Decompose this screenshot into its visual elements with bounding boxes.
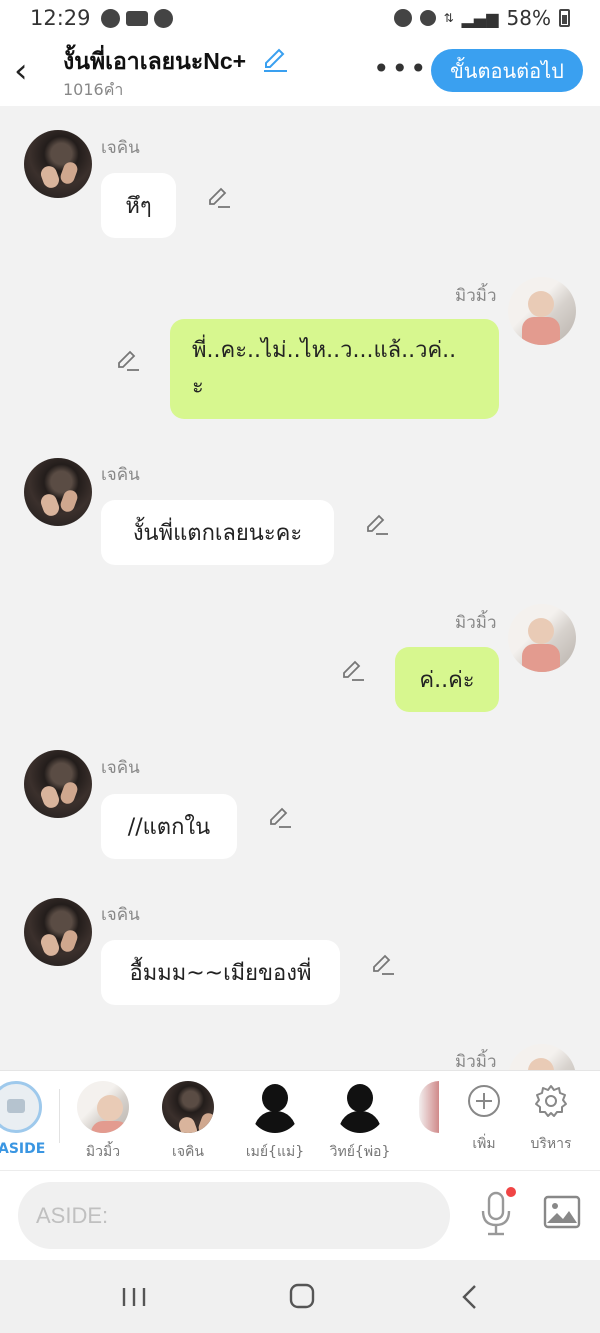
message-bubble[interactable]: อื้มมม~~เมียของพี่ bbox=[101, 940, 340, 1005]
more-dots-icon[interactable]: ••• bbox=[373, 52, 429, 85]
character-wit-father[interactable] bbox=[334, 1081, 386, 1133]
network-4g-icon: ⇅ bbox=[443, 11, 454, 25]
sender-name: เจคิน bbox=[101, 465, 140, 485]
plus-circle-icon[interactable] bbox=[466, 1083, 502, 1119]
character-jakin[interactable] bbox=[162, 1081, 214, 1133]
avatar-jakin[interactable] bbox=[24, 750, 92, 818]
sender-name: เจคิน bbox=[101, 138, 140, 158]
aside-label: ASIDE bbox=[0, 1141, 46, 1157]
mute-icon bbox=[419, 10, 436, 26]
sender-name: เจคิน bbox=[101, 758, 140, 778]
gear-icon[interactable] bbox=[533, 1083, 569, 1119]
sender-name: มิวมิ้ว bbox=[455, 286, 497, 306]
home-icon[interactable] bbox=[282, 1280, 322, 1314]
alarm-icon bbox=[393, 9, 412, 27]
battery-icon bbox=[559, 9, 570, 27]
edit-message-pencil-icon[interactable] bbox=[363, 511, 391, 539]
edit-message-pencil-icon[interactable] bbox=[369, 951, 397, 979]
edit-title-pencil-icon[interactable] bbox=[260, 46, 290, 74]
messenger-icon bbox=[100, 8, 120, 28]
back-icon[interactable] bbox=[450, 1280, 490, 1314]
message-bubble[interactable]: ค่..ค่ะ bbox=[395, 647, 499, 712]
back-chevron-icon[interactable]: ‹ bbox=[14, 54, 28, 88]
messenger-icon bbox=[153, 8, 173, 28]
recent-apps-icon[interactable] bbox=[114, 1280, 154, 1314]
recording-dot bbox=[506, 1187, 516, 1197]
status-bar: 12:29 ⇅ ▂▄▆ 58% bbox=[0, 0, 600, 36]
word-count: 1016คำ bbox=[63, 80, 124, 99]
edit-message-pencil-icon[interactable] bbox=[266, 804, 294, 832]
divider bbox=[59, 1089, 60, 1143]
character-label: วิทย์{พ่อ} bbox=[329, 1144, 391, 1160]
manage-label: บริหาร bbox=[530, 1136, 572, 1152]
avatar-miewmiew[interactable] bbox=[508, 1044, 576, 1070]
next-step-button[interactable]: ขั้นตอนต่อไป bbox=[431, 49, 583, 92]
story-title: งั้นพี่เอาเลยนะNc+ bbox=[63, 48, 247, 74]
edit-message-pencil-icon[interactable] bbox=[339, 657, 367, 685]
sender-name: มิวมิ้ว bbox=[455, 1052, 497, 1070]
message-input[interactable] bbox=[18, 1182, 450, 1249]
video-icon bbox=[125, 10, 148, 26]
image-icon[interactable] bbox=[543, 1195, 581, 1229]
aside-character-button[interactable] bbox=[0, 1081, 42, 1133]
header: ‹ งั้นพี่เอาเลยนะNc+ 1016คำ ••• ขั้นตอนต… bbox=[0, 36, 600, 106]
chat-area[interactable]: เจคิน หึๆ มิวมิ้ว พี่..คะ..ไม่..ไห..ว...… bbox=[0, 106, 600, 1070]
avatar-jakin[interactable] bbox=[24, 130, 92, 198]
signal-icon: ▂▄▆ bbox=[461, 8, 499, 28]
message-bubble[interactable]: หึๆ bbox=[101, 173, 176, 238]
character-partial[interactable] bbox=[419, 1081, 439, 1133]
character-label: เจคิน bbox=[172, 1144, 204, 1160]
input-bar bbox=[0, 1170, 600, 1260]
avatar-jakin[interactable] bbox=[24, 898, 92, 966]
avatar-miewmiew[interactable] bbox=[508, 604, 576, 672]
message-bubble[interactable]: //แตกใน bbox=[101, 794, 237, 859]
avatar-miewmiew[interactable] bbox=[508, 277, 576, 345]
character-label: เมย์{แม่} bbox=[245, 1144, 305, 1160]
avatar-jakin[interactable] bbox=[24, 458, 92, 526]
character-may-mother[interactable] bbox=[249, 1081, 301, 1133]
sender-name: เจคิน bbox=[101, 905, 140, 925]
edit-message-pencil-icon[interactable] bbox=[114, 347, 142, 375]
character-label: มิวมิ้ว bbox=[85, 1144, 121, 1160]
battery-percent: 58% bbox=[506, 6, 551, 30]
message-bubble[interactable]: งั้นพี่แตกเลยนะคะ bbox=[101, 500, 334, 565]
character-bar: ASIDE มิวมิ้ว เจคิน เมย์{แม่} วิทย์{พ่อ}… bbox=[0, 1070, 600, 1170]
message-bubble[interactable]: พี่..คะ..ไม่..ไห..ว...แล้..วค่.. ะ bbox=[170, 319, 499, 419]
status-time: 12:29 bbox=[30, 6, 91, 30]
add-label: เพิ่ม bbox=[472, 1136, 496, 1152]
sender-name: มิวมิ้ว bbox=[455, 613, 497, 633]
character-miewmiew[interactable] bbox=[77, 1081, 129, 1133]
edit-message-pencil-icon[interactable] bbox=[205, 184, 233, 212]
system-nav-bar bbox=[0, 1260, 600, 1333]
